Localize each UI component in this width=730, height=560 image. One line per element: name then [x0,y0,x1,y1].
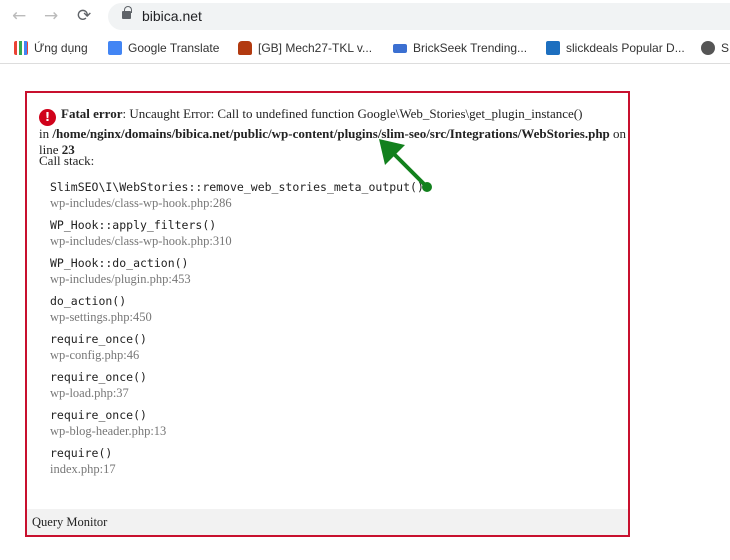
bookmark-label: S [721,41,730,55]
stack-frame: require() index.php:17 [50,446,424,484]
green-arrow-annotation [379,139,432,192]
stack-file: wp-includes/class-wp-hook.php:286 [50,196,232,210]
keycap-icon [238,41,252,55]
bookmark-label: Ứng dụng [34,41,88,55]
arrow-dot [422,182,432,192]
bookmark-slickdeals[interactable]: slickdeals Popular D... [546,41,685,55]
stack-function: require() [50,446,113,460]
error-location: in /home/nginx/domains/bibica.net/public… [39,126,628,158]
bookmark-label: [GB] Mech27-TKL v... [258,41,373,55]
back-button[interactable]: ← [12,6,26,26]
stack-frame: require_once() wp-load.php:37 [50,370,424,408]
stack-frame: require_once() wp-config.php:46 [50,332,424,370]
stack-file: wp-includes/plugin.php:453 [50,272,191,286]
error-icon: ! [39,109,56,126]
query-monitor-error-panel: ! Fatal error: Uncaught Error: Call to un… [25,91,630,537]
error-text: : Uncaught Error: Call to undefined func… [122,106,583,121]
call-stack-heading: Call stack: [39,153,95,168]
stack-function: require_once() [50,370,147,384]
reload-button[interactable]: ⟳ [77,6,91,26]
cart-icon [393,43,407,53]
stack-frame: WP_Hook::apply_filters()wp-includes/clas… [50,218,424,256]
apps-grid-icon [14,41,28,55]
stack-frame: require_once() wp-blog-header.php:13 [50,408,424,446]
stack-function: do_action() [50,294,127,308]
bookmark-label: BrickSeek Trending... [413,41,528,55]
bookmark-label: slickdeals Popular D... [566,41,685,55]
stack-file: wp-includes/class-wp-hook.php:310 [50,234,232,248]
stack-function: WP_Hook::do_action() [50,256,189,270]
in-label: in [39,126,53,141]
bookmark-mech27[interactable]: [GB] Mech27-TKL v... [238,41,372,55]
bookmark-google-translate[interactable]: Google Translate [108,41,219,55]
call-stack-list: SlimSEO\I\WebStories::remove_web_stories… [50,180,424,484]
error-path: /home/nginx/domains/bibica.net/public/wp… [52,126,610,141]
stack-file: wp-blog-header.php:13 [50,424,167,438]
bookmark-brickseek[interactable]: BrickSeek Trending... [393,41,527,55]
stack-frame: do_action() wp-settings.php:450 [50,294,424,332]
bookmark-s[interactable]: S [701,41,729,55]
bookmarks-bar: Ứng dụng Google Translate [GB] Mech27-TK… [0,34,730,64]
error-label: Fatal error [61,106,123,121]
stack-file: index.php:17 [50,462,116,476]
stack-file: wp-settings.php:450 [50,310,152,324]
stack-function: require_once() [50,332,147,346]
error-message: ! Fatal error: Uncaught Error: Call to un… [39,106,582,126]
stack-file: wp-config.php:46 [50,348,140,362]
url-text: bibica.net [142,8,202,24]
stack-function: require_once() [50,408,147,422]
stack-function: WP_Hook::apply_filters() [50,218,217,232]
stack-frame: SlimSEO\I\WebStories::remove_web_stories… [50,180,424,218]
stack-frame: WP_Hook::do_action()wp-includes/plugin.p… [50,256,424,294]
globe-icon [701,41,715,55]
address-bar[interactable]: bibica.net [108,3,730,30]
forward-button[interactable]: → [44,6,58,26]
google-translate-icon [108,41,122,55]
slickdeals-icon [546,41,560,55]
stack-file: wp-load.php:37 [50,386,129,400]
bookmark-apps[interactable]: Ứng dụng [14,41,88,55]
lock-icon [122,6,132,19]
browser-toolbar: ← → ⟳ bibica.net [0,0,730,34]
stack-function: SlimSEO\I\WebStories::remove_web_stories… [50,180,424,194]
bookmark-label: Google Translate [128,41,220,55]
footer: Query Monitor [27,509,628,535]
